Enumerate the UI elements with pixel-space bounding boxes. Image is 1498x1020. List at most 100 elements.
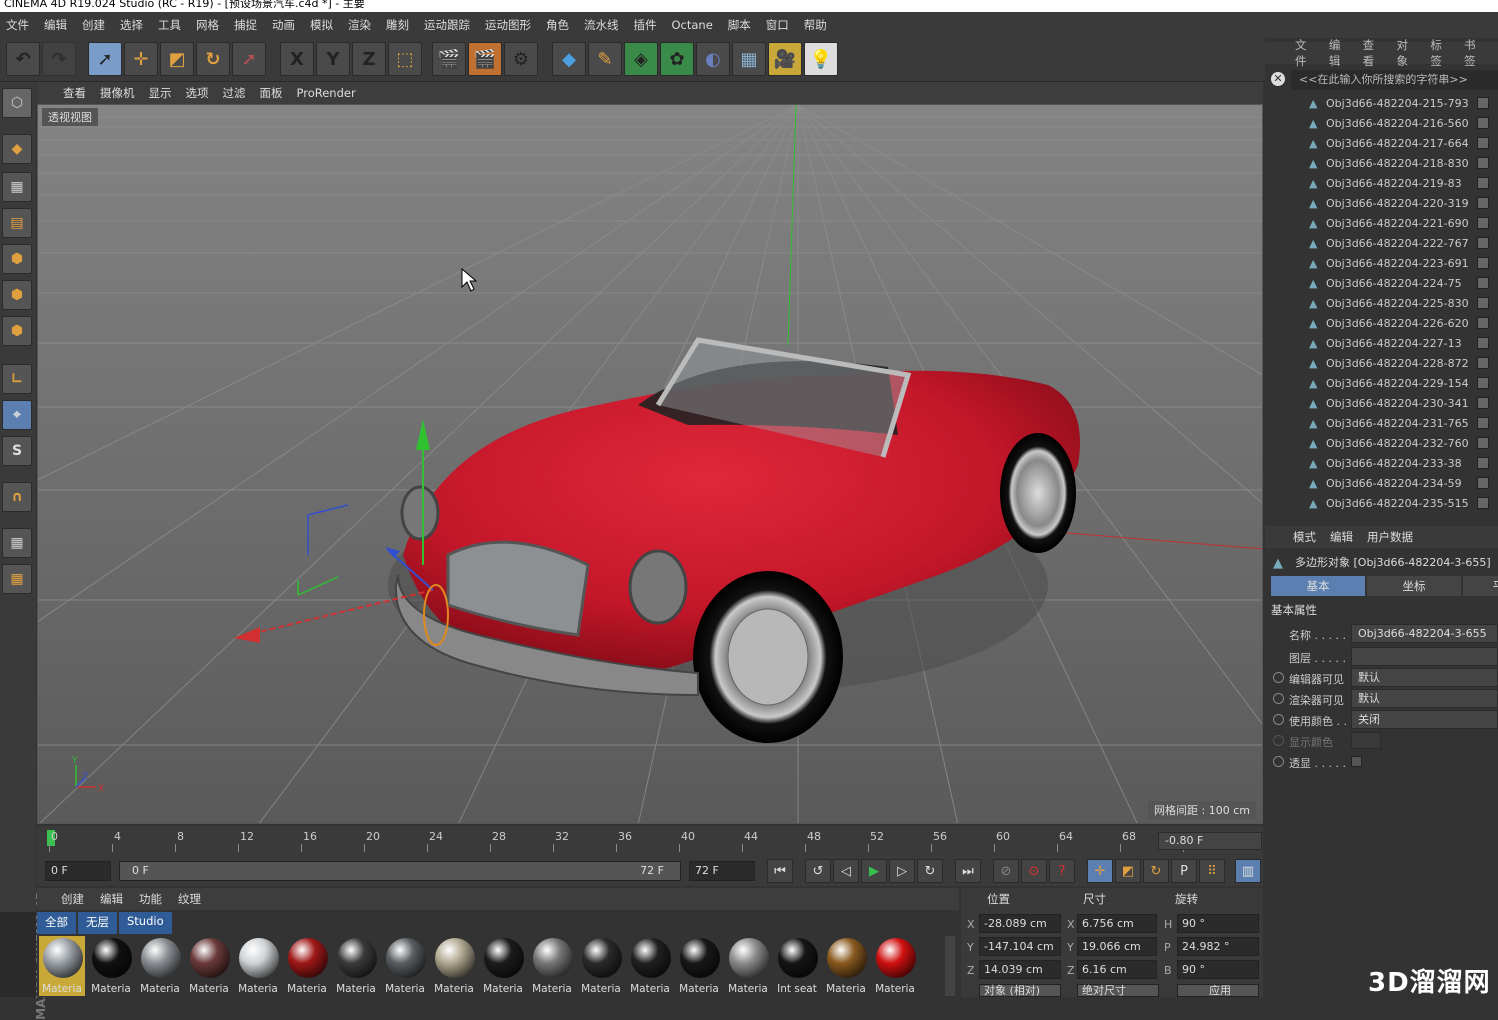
material-swatch[interactable]: Materia: [284, 936, 330, 996]
object-row[interactable]: ▲ Obj3d66-482204-231-765: [1265, 414, 1498, 434]
object-menu-item-5[interactable]: 书签: [1464, 37, 1486, 69]
material-menu-item-1[interactable]: 编辑: [100, 891, 123, 907]
snap-button[interactable]: S: [2, 436, 32, 466]
object-tag-icon[interactable]: [1477, 457, 1489, 469]
menu-item-10[interactable]: 雕刻: [386, 17, 409, 33]
x-axis-lock-button[interactable]: X: [280, 42, 314, 76]
apply-button[interactable]: 应用: [1177, 984, 1259, 997]
editor-visible-dropdown[interactable]: 默认: [1351, 668, 1498, 687]
menu-item-19[interactable]: 帮助: [804, 17, 827, 33]
rotation-p-field[interactable]: 24.982 °: [1177, 937, 1259, 956]
object-menu-item-2[interactable]: 查看: [1363, 37, 1385, 69]
menu-item-8[interactable]: 模拟: [310, 17, 333, 33]
material-swatch[interactable]: Materia: [578, 936, 624, 996]
goto-end-button[interactable]: ⏭: [955, 859, 981, 883]
coord-mode-dropdown[interactable]: 对象 (相对): [979, 984, 1061, 997]
material-swatch[interactable]: Materia: [382, 936, 428, 996]
pen-spline-button[interactable]: ✎: [588, 42, 622, 76]
rotate-tool-button[interactable]: ↻: [196, 42, 230, 76]
model-mode-button[interactable]: ◆: [2, 134, 32, 164]
object-tag-icon[interactable]: [1477, 417, 1489, 429]
object-tag-icon[interactable]: [1477, 257, 1489, 269]
menu-item-5[interactable]: 网格: [196, 17, 219, 33]
size-y-field[interactable]: 19.066 cm: [1077, 937, 1157, 956]
object-row[interactable]: ▲ Obj3d66-482204-225-830: [1265, 294, 1498, 314]
menu-item-18[interactable]: 窗口: [766, 17, 789, 33]
rotation-b-field[interactable]: 90 °: [1177, 960, 1259, 979]
material-scrollbar[interactable]: [945, 936, 955, 996]
size-x-field[interactable]: 6.756 cm: [1077, 914, 1157, 933]
move-tool-button[interactable]: ✛: [124, 42, 158, 76]
key-param-button[interactable]: P: [1171, 859, 1197, 883]
auto-key-button[interactable]: ⊙: [1021, 859, 1047, 883]
material-tab-1[interactable]: 无层: [78, 912, 117, 934]
edges-mode-button[interactable]: ⬢: [2, 280, 32, 310]
object-row[interactable]: ▲ Obj3d66-482204-218-830: [1265, 154, 1498, 174]
render-settings-button[interactable]: ⚙: [504, 42, 538, 76]
name-field[interactable]: Obj3d66-482204-3-655: [1351, 624, 1498, 643]
object-tag-icon[interactable]: [1477, 397, 1489, 409]
viewport-menu-item-4[interactable]: 过滤: [223, 85, 246, 101]
object-tag-icon[interactable]: [1477, 477, 1489, 489]
floor-button[interactable]: ▦: [732, 42, 766, 76]
object-menu-item-4[interactable]: 标签: [1430, 37, 1452, 69]
object-row[interactable]: ▲ Obj3d66-482204-215-793: [1265, 94, 1498, 114]
prev-key-button[interactable]: ↺: [805, 859, 831, 883]
object-tag-icon[interactable]: [1477, 337, 1489, 349]
object-tag-icon[interactable]: [1477, 317, 1489, 329]
scale-tool-button[interactable]: ◩: [160, 42, 194, 76]
material-swatch[interactable]: Materia: [480, 936, 526, 996]
undo-button[interactable]: ↶: [6, 42, 40, 76]
coordinate-system-button[interactable]: ⬚: [388, 42, 422, 76]
play-button[interactable]: ▶: [861, 859, 887, 883]
render-visible-dropdown[interactable]: 默认: [1351, 689, 1498, 708]
object-row[interactable]: ▲ Obj3d66-482204-227-13: [1265, 334, 1498, 354]
timeline-ruler[interactable]: 04812162024283236404448525660646872: [37, 826, 1263, 856]
attribute-menu-item-1[interactable]: 编辑: [1330, 529, 1353, 545]
material-menu-item-0[interactable]: 创建: [61, 891, 84, 907]
object-tag-icon[interactable]: [1477, 297, 1489, 309]
axis-mode-button[interactable]: ∟: [2, 364, 32, 394]
object-row[interactable]: ▲ Obj3d66-482204-233-38: [1265, 454, 1498, 474]
material-swatch[interactable]: Materia: [823, 936, 869, 996]
cube-primitive-button[interactable]: ◆: [552, 42, 586, 76]
object-tag-icon[interactable]: [1477, 277, 1489, 289]
object-tag-icon[interactable]: [1477, 137, 1489, 149]
redo-button[interactable]: ↷: [42, 42, 76, 76]
subdivision-button[interactable]: ◈: [624, 42, 658, 76]
object-row[interactable]: ▲ Obj3d66-482204-230-341: [1265, 394, 1498, 414]
object-tag-icon[interactable]: [1477, 377, 1489, 389]
deformer-button[interactable]: ◐: [696, 42, 730, 76]
magnet-button[interactable]: ∩: [2, 482, 32, 512]
object-row[interactable]: ▲ Obj3d66-482204-216-560: [1265, 114, 1498, 134]
material-swatch[interactable]: Int seat: [774, 936, 820, 996]
viewport-menu-item-0[interactable]: 查看: [63, 85, 86, 101]
viewport-menu-item-5[interactable]: 面板: [260, 85, 283, 101]
menu-item-11[interactable]: 运动跟踪: [424, 17, 470, 33]
xray-checkbox[interactable]: [1351, 756, 1362, 767]
object-row[interactable]: ▲ Obj3d66-482204-228-872: [1265, 354, 1498, 374]
position-z-field[interactable]: 14.039 cm: [979, 960, 1061, 979]
make-editable-button[interactable]: ⬡: [2, 88, 32, 118]
goto-start-button[interactable]: ⏮: [767, 859, 793, 883]
attribute-menu-item-0[interactable]: 模式: [1293, 529, 1316, 545]
editor-visible-radio[interactable]: [1273, 672, 1284, 683]
object-tag-icon[interactable]: [1477, 217, 1489, 229]
keyframe-selection-button[interactable]: ?: [1049, 859, 1075, 883]
position-x-field[interactable]: -28.089 cm: [979, 914, 1061, 933]
perspective-viewport[interactable]: Y X Z 透视视图 网格间距 : 100 cm: [37, 104, 1263, 824]
key-scale-button[interactable]: ◩: [1115, 859, 1141, 883]
material-menu-item-3[interactable]: 纹理: [178, 891, 201, 907]
viewport-menu-item-3[interactable]: 选项: [186, 85, 209, 101]
current-frame-readout[interactable]: -0.80 F: [1158, 832, 1262, 850]
y-axis-lock-button[interactable]: Y: [316, 42, 350, 76]
object-tag-icon[interactable]: [1477, 157, 1489, 169]
object-row[interactable]: ▲ Obj3d66-482204-223-691: [1265, 254, 1498, 274]
material-swatch[interactable]: Materia: [872, 936, 918, 996]
attribute-tab-0[interactable]: 基本: [1271, 576, 1365, 596]
prev-frame-button[interactable]: ◁: [833, 859, 859, 883]
material-swatch[interactable]: Materia: [529, 936, 575, 996]
object-search-input[interactable]: <<在此输入你所搜索的字符串>>: [1291, 70, 1498, 90]
menu-item-4[interactable]: 工具: [158, 17, 181, 33]
camera-button[interactable]: 🎥: [768, 42, 802, 76]
